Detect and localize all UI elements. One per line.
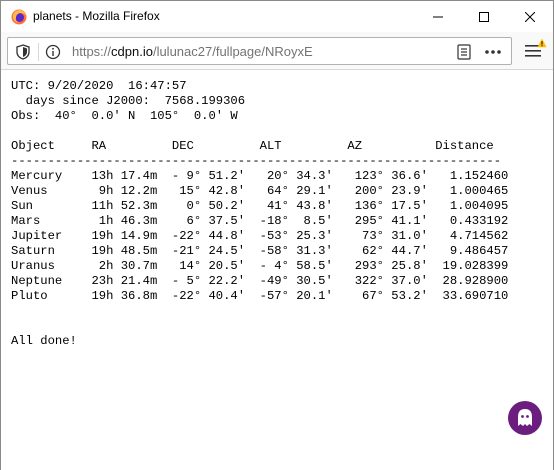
table-row: Mars 1h 46.3m 6° 37.5' -18° 8.5' 295° 41… (11, 214, 509, 228)
site-info-icon[interactable] (45, 44, 61, 60)
ghost-icon (518, 409, 532, 426)
table-row: Venus 9h 12.2m 15° 42.8' 64° 29.1' 200° … (11, 184, 509, 198)
navigation-bar: https://cdpn.io/lulunac27/fullpage/NRoyx… (1, 32, 553, 70)
planet-output: UTC: 9/20/2020 16:47:57 days since J2000… (11, 79, 508, 349)
title-bar: planets - Mozilla Firefox (1, 1, 553, 32)
ghost-assistant-button[interactable] (508, 401, 542, 435)
page-content: UTC: 9/20/2020 16:47:57 days since J2000… (1, 71, 553, 470)
utc-line: UTC: 9/20/2020 16:47:57 (11, 79, 187, 93)
firefox-window: planets - Mozilla Firefox https://cdpn.i… (0, 0, 554, 470)
tracking-protection-shield-icon[interactable] (16, 44, 30, 60)
table-row: Sun 11h 52.3m 0° 50.2' 41° 43.8' 136° 17… (11, 199, 509, 213)
urlbar-separator (38, 43, 39, 61)
maximize-button[interactable] (461, 1, 507, 32)
table-row: Saturn 19h 48.5m -21° 24.5' -58° 31.3' 6… (11, 244, 509, 258)
close-icon (525, 11, 535, 22)
table-divider: ----------------------------------------… (11, 154, 502, 168)
table-header: Object RA DEC ALT AZ Distance (11, 139, 494, 153)
table-row: Pluto 19h 36.8m -22° 40.4' -57° 20.1' 67… (11, 289, 509, 303)
url-path: /lulunac27/fullpage/NRoyxE (152, 44, 313, 59)
table-row: Neptune 23h 21.4m - 5° 22.2' -49° 30.5' … (11, 274, 509, 288)
table-row: Jupiter 19h 14.9m -22° 44.8' -53° 25.3' … (11, 229, 509, 243)
firefox-logo-icon (11, 9, 27, 25)
observer-line: Obs: 40° 0.0' N 105° 0.0' W (11, 109, 238, 123)
url-scheme: https:// (72, 44, 112, 59)
reader-view-icon[interactable] (457, 44, 471, 60)
url-bar[interactable]: https://cdpn.io/lulunac27/fullpage/NRoyx… (7, 37, 512, 65)
days-since-j2000-line: days since J2000: 7568.199306 (11, 94, 246, 108)
minimize-button[interactable] (415, 1, 461, 32)
url-text[interactable]: https://cdpn.io/lulunac27/fullpage/NRoyx… (72, 44, 313, 59)
page-actions-more-icon[interactable] (485, 49, 501, 55)
maximize-icon (479, 11, 489, 22)
window-title: planets - Mozilla Firefox (33, 9, 160, 23)
table-row: Uranus 2h 30.7m 14° 20.5' - 4° 58.5' 293… (11, 259, 509, 273)
close-button[interactable] (507, 1, 553, 32)
update-warning-icon (537, 38, 547, 48)
done-message: All done! (11, 334, 77, 348)
url-domain: cdpn.io (111, 44, 153, 59)
table-row: Mercury 13h 17.4m - 9° 51.2' 20° 34.3' 1… (11, 169, 509, 183)
minimize-icon (433, 16, 443, 17)
